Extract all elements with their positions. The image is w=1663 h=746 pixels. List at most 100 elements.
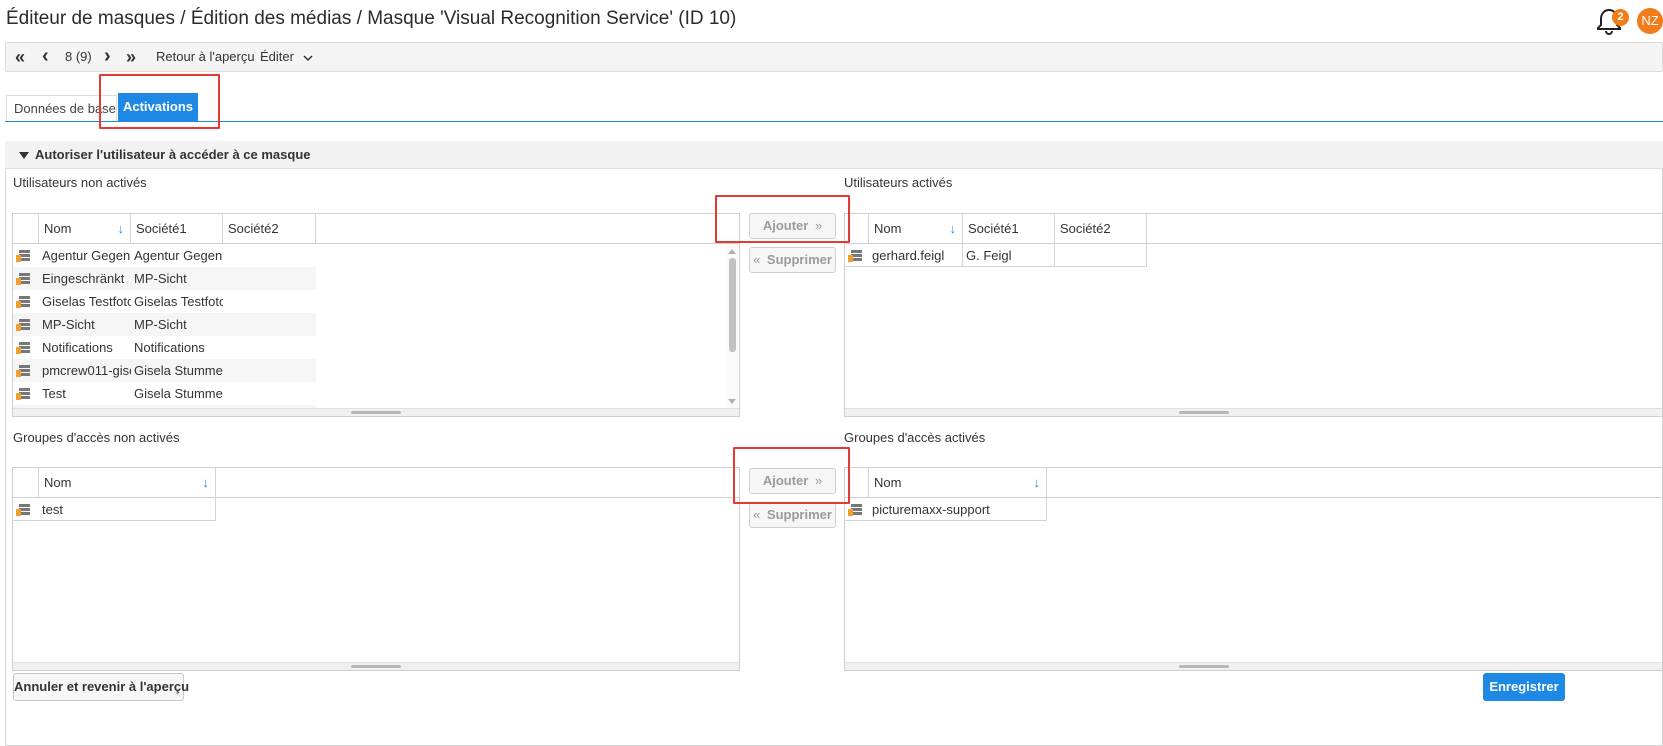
table-row[interactable]: MP-Sicht MP-Sicht [13,313,316,336]
section-title: Autoriser l'utilisateur à accéder à ce m… [35,147,311,162]
notification-badge: 2 [1612,9,1629,26]
cell-societe2 [223,267,316,290]
horizontal-scrollbar[interactable] [845,408,1662,416]
cell-nom: Eingeschränkt [42,271,125,286]
groups-inactive-grid: Nom ↓ test [12,467,740,671]
users-inactive-title: Utilisateurs non activés [13,175,147,190]
cell-societe2 [223,336,316,359]
table-row[interactable]: test [13,498,216,521]
remove-user-button[interactable]: « Supprimer [749,247,836,273]
double-chevron-right-icon: » [814,218,823,233]
cell-nom: gerhard.feigl [869,244,963,267]
remove-label: Supprimer [766,252,832,267]
table-row[interactable]: Test Gisela Stummer [13,382,316,405]
last-record-icon[interactable]: » [126,43,136,71]
cell-societe2 [223,244,316,267]
scroll-up-icon[interactable] [726,246,738,256]
grid-header: Nom ↓ [13,468,739,498]
table-row[interactable]: Notifications Notifications [13,336,316,359]
user-stack-icon [16,319,30,331]
user-stack-icon [16,296,30,308]
column-header-label: Nom [44,221,72,236]
table-row[interactable]: pmcrew011-gise Gisela Stummer [13,359,316,382]
users-active-grid: Nom ↓ Société1 Société2 gerhard.feigl G.… [844,213,1663,417]
table-row[interactable]: Agentur Gegenp Agentur Gegenp [13,244,316,267]
remove-label: Supprimer [766,507,832,522]
cell-nom: MP-Sicht [42,317,95,332]
horizontal-scrollbar[interactable] [13,408,739,416]
cell-societe2 [223,290,316,313]
groups-inactive-title: Groupes d'accès non activés [13,430,180,445]
horizontal-scroll-thumb[interactable] [1179,665,1229,668]
double-chevron-left-icon: « [753,252,761,267]
edit-menu[interactable]: Éditer [260,43,314,71]
cell-societe1: G. Feigl [963,244,1055,267]
section-header[interactable]: Autoriser l'utilisateur à accéder à ce m… [5,141,1663,169]
scroll-down-icon[interactable] [726,397,738,407]
sort-down-icon: ↓ [202,475,210,490]
table-row[interactable]: Eingeschränkt MP-Sicht [13,267,316,290]
column-header-label: Nom [44,475,72,490]
column-header-societe2[interactable]: Société2 [223,214,316,244]
user-stack-icon [16,250,30,262]
back-to-overview-link[interactable]: Retour à l'aperçu [156,43,255,71]
column-header-nom[interactable]: Nom ↓ [869,468,1047,498]
cell-nom: picturemaxx-support [869,498,1047,521]
column-header-nom[interactable]: Nom ↓ [39,468,216,498]
column-header-nom[interactable]: Nom ↓ [869,214,963,244]
tab-donnees-de-base[interactable]: Données de base [6,95,117,121]
add-user-button[interactable]: Ajouter » [749,213,836,239]
column-header-label: Nom [874,221,902,236]
tab-activations[interactable]: Activations [118,93,198,121]
horizontal-scroll-thumb[interactable] [351,411,401,414]
next-record-icon[interactable]: › [104,43,111,71]
cell-societe1: Gisela Stummer [134,386,223,401]
add-label: Ajouter [762,218,809,233]
record-position: 8 (9) [65,49,92,64]
remove-group-button[interactable]: « Supprimer [749,502,836,528]
table-row[interactable]: Giselas Testfotog Giselas Testfotog [13,290,316,313]
grid-header-icon-col [845,468,869,498]
cell-societe1: Giselas Testfotog [134,294,223,309]
table-row[interactable]: picturemaxx-support [845,498,1047,521]
column-header-societe2[interactable]: Société2 [1055,214,1147,244]
grid-header: Nom ↓ Société1 Société2 [13,214,739,244]
grid-header: Nom ↓ [845,468,1662,498]
horizontal-scroll-thumb[interactable] [351,665,401,668]
cancel-button[interactable]: Annuler et revenir à l'aperçu [13,673,189,701]
previous-record-icon[interactable]: ‹ [42,43,49,71]
user-stack-icon [16,504,30,516]
column-header-nom[interactable]: Nom ↓ [39,214,131,244]
horizontal-scrollbar[interactable] [13,662,739,670]
first-record-icon[interactable]: « [15,43,25,71]
cell-societe1: Notifications [134,340,205,355]
save-button[interactable]: Enregistrer [1483,673,1565,701]
chevron-down-icon [303,55,313,61]
edit-menu-label: Éditer [260,49,294,64]
horizontal-scroll-thumb[interactable] [1179,411,1229,414]
add-group-button[interactable]: Ajouter » [749,468,836,494]
column-header-societe1[interactable]: Société1 [963,214,1055,244]
table-row[interactable]: gerhard.feigl G. Feigl [845,244,1147,267]
column-header-societe1[interactable]: Société1 [131,214,223,244]
vertical-scrollbar[interactable] [726,244,738,409]
cell-societe1: MP-Sicht [134,317,187,332]
user-stack-icon [16,388,30,400]
avatar[interactable]: NZ [1637,8,1663,34]
double-chevron-right-icon: » [814,473,823,488]
caret-down-icon [19,152,29,159]
vertical-scroll-thumb[interactable] [729,258,736,352]
cell-societe2 [1055,244,1147,267]
cell-nom: Notifications [42,340,113,355]
cell-societe1: Agentur Gegenp [134,248,223,263]
column-header-label: Nom [874,475,902,490]
sort-down-icon: ↓ [117,221,125,236]
users-inactive-grid: Nom ↓ Société1 Société2 Agentur Gegenp A… [12,213,740,417]
sort-down-icon: ↓ [949,221,957,236]
user-stack-icon [16,273,30,285]
user-stack-icon [16,365,30,377]
cell-nom: Test [42,386,66,401]
user-stack-icon [848,504,862,516]
groups-active-grid: Nom ↓ picturemaxx-support [844,467,1663,671]
horizontal-scrollbar[interactable] [845,662,1662,670]
